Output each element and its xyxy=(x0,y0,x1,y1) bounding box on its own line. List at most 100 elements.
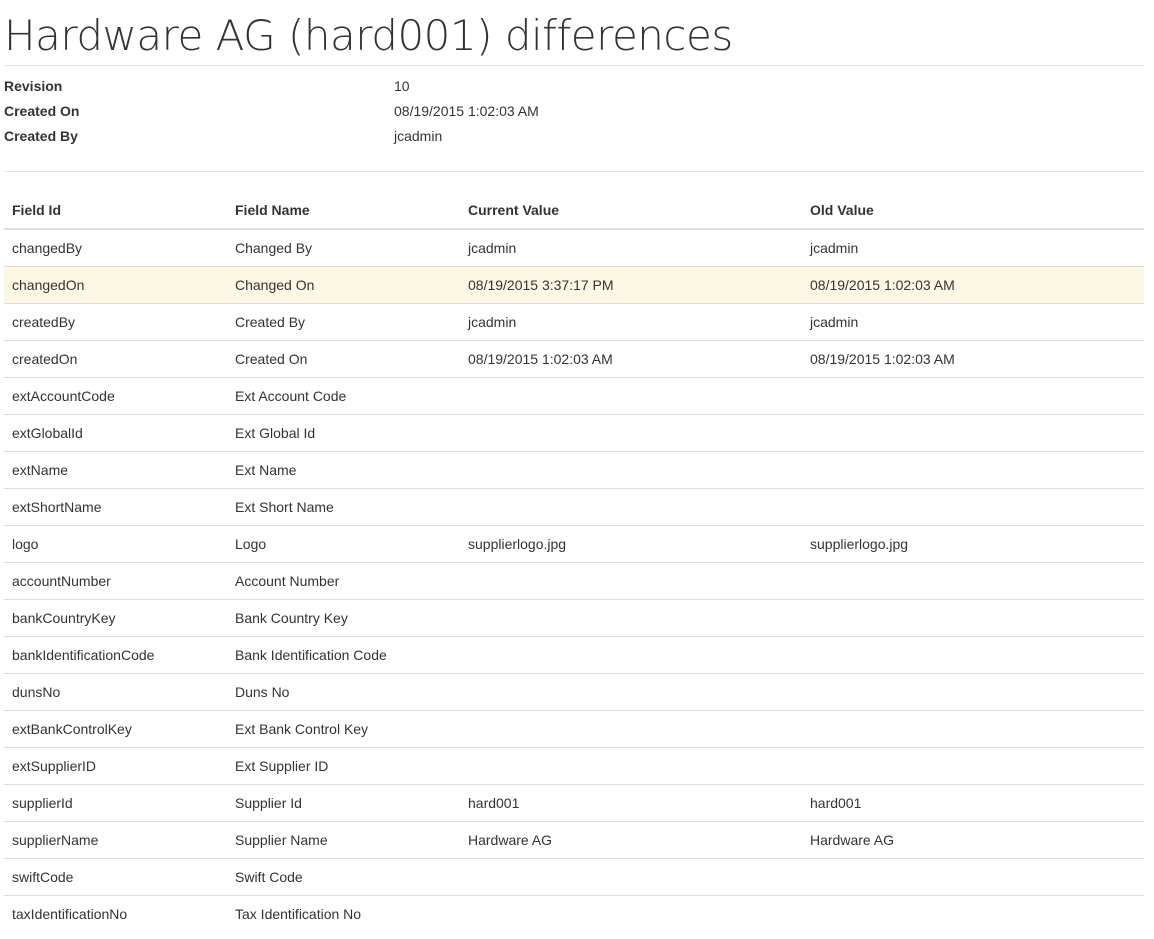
current-value-cell xyxy=(460,636,802,674)
old-value-cell: jcadmin xyxy=(802,229,1144,267)
field-id-cell: extSupplierID xyxy=(4,747,227,785)
old-value-cell xyxy=(802,673,1144,711)
old-value-cell: supplierlogo.jpg xyxy=(802,525,1144,563)
table-row: extShortName Ext Short Name xyxy=(4,488,1144,526)
table-row: bankCountryKey Bank Country Key xyxy=(4,599,1144,637)
field-name-cell: Supplier Id xyxy=(227,784,460,822)
created-on-row: Created On 08/19/2015 1:02:03 AM xyxy=(4,99,1144,124)
current-value-cell: 08/19/2015 3:37:17 PM xyxy=(460,266,802,304)
table-row: supplierName Supplier Name Hardware AG Hard… xyxy=(4,821,1144,859)
revision-label: Revision xyxy=(4,78,63,94)
current-value-cell xyxy=(460,747,802,785)
field-name-cell: Ext Supplier ID xyxy=(227,747,460,785)
field-name-cell: Ext Name xyxy=(227,451,460,489)
old-value-cell xyxy=(802,858,1144,896)
old-value-cell xyxy=(802,747,1144,785)
table-row: bankIdentificationCode Bank Identificatio… xyxy=(4,636,1144,674)
header-field-id: Field Id xyxy=(4,191,227,230)
current-value-cell: jcadmin xyxy=(460,303,802,341)
table-header: Field Id Field Name Current Value Old Va… xyxy=(4,191,1144,230)
created-by-row: Created By jcadmin xyxy=(4,124,1144,149)
field-id-cell: createdOn xyxy=(4,340,227,378)
table-row: createdBy Created By jcadmin jcadmin xyxy=(4,303,1144,341)
created-by-value: jcadmin xyxy=(394,128,443,144)
field-name-cell: Ext Global Id xyxy=(227,414,460,452)
current-value-cell xyxy=(460,488,802,526)
field-id-cell: extName xyxy=(4,451,227,489)
old-value-cell xyxy=(802,599,1144,637)
field-id-cell: swiftCode xyxy=(4,858,227,896)
page: Hardware AG (hard001) differences Revisi… xyxy=(0,0,1154,939)
field-name-cell: Changed On xyxy=(227,266,460,304)
header-old-value: Old Value xyxy=(802,191,1144,230)
field-id-cell: extGlobalId xyxy=(4,414,227,452)
field-id-cell: extBankControlKey xyxy=(4,710,227,748)
field-id-cell: bankCountryKey xyxy=(4,599,227,637)
field-name-cell: Ext Short Name xyxy=(227,488,460,526)
field-name-cell: Logo xyxy=(227,525,460,563)
current-value-cell xyxy=(460,377,802,415)
field-id-cell: changedOn xyxy=(4,266,227,304)
created-on-value: 08/19/2015 1:02:03 AM xyxy=(394,103,539,119)
field-id-cell: bankIdentificationCode xyxy=(4,636,227,674)
table-row: supplierId Supplier Id hard001 hard001 xyxy=(4,784,1144,822)
revision-value: 10 xyxy=(394,78,410,94)
revision-details: Revision 10 Created On 08/19/2015 1:02:0… xyxy=(4,74,1144,149)
table-row: logo Logo supplierlogo.jpg supplierlogo.jpg xyxy=(4,525,1144,563)
header-row: Field Id Field Name Current Value Old Va… xyxy=(4,191,1144,230)
current-value-cell xyxy=(460,896,802,933)
old-value-cell: hard001 xyxy=(802,784,1144,822)
table-row: extAccountCode Ext Account Code xyxy=(4,377,1144,415)
table-row: changedBy Changed By jcadmin jcadmin xyxy=(4,229,1144,267)
table-row: taxIdentificationNo Tax Identification No xyxy=(4,896,1144,933)
table-row: extName Ext Name xyxy=(4,451,1144,489)
current-value-cell: 08/19/2015 1:02:03 AM xyxy=(460,340,802,378)
table-row: changedOn Changed On 08/19/2015 3:37:17 PM… xyxy=(4,266,1144,304)
field-name-cell: Changed By xyxy=(227,229,460,267)
field-id-cell: createdBy xyxy=(4,303,227,341)
field-name-cell: Created On xyxy=(227,340,460,378)
field-id-cell: extAccountCode xyxy=(4,377,227,415)
created-on-label: Created On xyxy=(4,103,80,119)
field-id-cell: extShortName xyxy=(4,488,227,526)
field-name-cell: Supplier Name xyxy=(227,821,460,859)
table-row: extSupplierID Ext Supplier ID xyxy=(4,747,1144,785)
header-current-value: Current Value xyxy=(460,191,802,230)
field-id-cell: supplierName xyxy=(4,821,227,859)
table-row: dunsNo Duns No xyxy=(4,673,1144,711)
revision-row: Revision 10 xyxy=(4,74,1144,99)
details-divider xyxy=(4,171,1144,172)
field-id-cell: changedBy xyxy=(4,229,227,267)
old-value-cell xyxy=(802,710,1144,748)
old-value-cell: 08/19/2015 1:02:03 AM xyxy=(802,266,1144,304)
field-name-cell: Tax Identification No xyxy=(235,906,362,922)
current-value-cell xyxy=(460,451,802,489)
field-id-cell: dunsNo xyxy=(4,673,227,711)
old-value-cell: jcadmin xyxy=(802,303,1144,341)
field-id-cell: logo xyxy=(4,525,227,563)
differences-table-container: Field Id Field Name Current Value Old Va… xyxy=(4,191,1144,932)
table-body: changedBy Changed By jcadmin jcadmin changed… xyxy=(4,229,1144,932)
current-value-cell: jcadmin xyxy=(460,229,802,267)
old-value-cell xyxy=(802,414,1144,452)
old-value-cell xyxy=(802,896,1144,933)
field-name-cell: Bank Country Key xyxy=(227,599,460,637)
old-value-cell xyxy=(802,377,1144,415)
old-value-cell xyxy=(802,636,1144,674)
current-value-cell: hard001 xyxy=(460,784,802,822)
header-field-name: Field Name xyxy=(227,191,460,230)
title-divider xyxy=(4,65,1144,66)
current-value-cell xyxy=(460,858,802,896)
field-name-cell: Bank Identification Code xyxy=(227,636,460,674)
field-id-cell: supplierId xyxy=(4,784,227,822)
page-title: Hardware AG (hard001) differences xyxy=(4,11,733,60)
field-id-cell: taxIdentificationNo xyxy=(12,906,128,922)
field-name-cell: Created By xyxy=(227,303,460,341)
old-value-cell xyxy=(802,562,1144,600)
table-row: extBankControlKey Ext Bank Control Key xyxy=(4,710,1144,748)
current-value-cell xyxy=(460,673,802,711)
current-value-cell xyxy=(460,414,802,452)
old-value-cell: Hardware AG xyxy=(802,821,1144,859)
field-name-cell: Ext Account Code xyxy=(227,377,460,415)
field-name-cell: Account Number xyxy=(227,562,460,600)
